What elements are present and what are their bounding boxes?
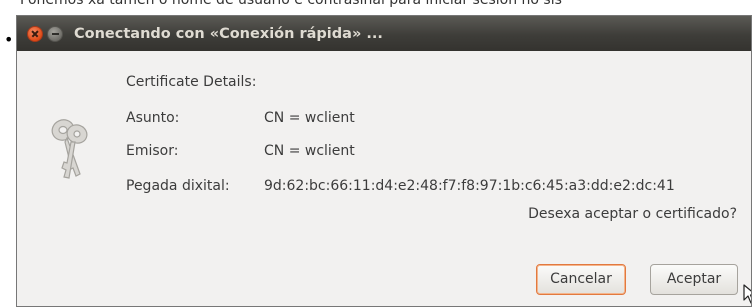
minimize-icon[interactable] [47, 25, 63, 42]
titlebar: Conectando con «Conexión rápida» ... [17, 16, 751, 51]
fingerprint-value: 9d:62:bc:66:11:d4:e2:48:f7:f8:97:1b:c6:4… [264, 178, 675, 194]
close-icon[interactable] [27, 25, 43, 42]
window-title: Conectando con «Conexión rápida» ... [74, 25, 383, 42]
keys-icon [51, 119, 88, 179]
certificate-dialog: Conectando con «Conexión rápida» ... Cer… [16, 15, 752, 307]
page-text: Poñemos xa tamén o nome de usuario e con… [20, 0, 562, 8]
cancel-button[interactable]: Cancelar [536, 264, 626, 295]
mouse-pointer-icon [743, 284, 751, 304]
fingerprint-label: Pegada dixital: [126, 178, 230, 194]
subject-value: CN = wclient [264, 110, 355, 126]
accept-question: Desexa aceptar o certificado? [528, 206, 737, 222]
accept-button[interactable]: Aceptar [650, 264, 738, 295]
subject-label: Asunto: [126, 110, 180, 126]
certificate-details-header: Certificate Details: [126, 74, 257, 90]
issuer-value: CN = wclient [264, 143, 355, 159]
list-bullet: • [4, 30, 14, 49]
issuer-label: Emisor: [126, 143, 179, 159]
